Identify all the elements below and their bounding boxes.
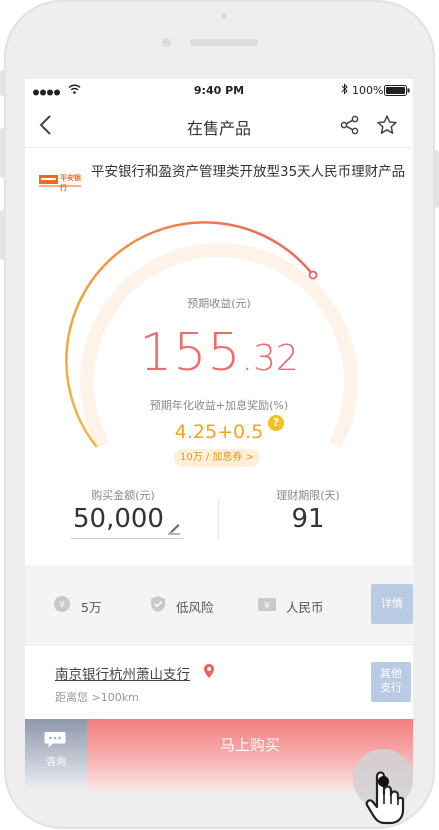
phone-volume-up <box>0 128 6 178</box>
amount-label: 购买金额(元) <box>91 489 155 502</box>
branch-name[interactable]: 南京银行杭州萧山支行 <box>55 663 190 683</box>
app-screen: 9:40 PM 100% 在售产品 平安银行 平安银行和盈资产管理类开放型35天… <box>25 79 413 791</box>
gauge-knob[interactable] <box>308 270 318 280</box>
tap-dot <box>378 776 389 787</box>
expected-income-value: 155.32 <box>25 323 413 383</box>
term-label: 理财期限(天) <box>276 489 340 502</box>
phone-sensor <box>221 13 227 19</box>
amount-input[interactable]: 50,000 <box>73 504 164 534</box>
phone-power-button <box>433 150 439 208</box>
currency-icon: ¥ <box>257 595 277 617</box>
other-button-line1: 其他 <box>380 667 402 680</box>
edit-pencil-icon[interactable] <box>167 520 181 539</box>
location-pin-icon <box>203 663 215 683</box>
term-value: 91 <box>291 504 325 534</box>
coin-icon: ¥ <box>53 595 71 617</box>
rate-label: 预期年化收益+加息奖励(%) <box>149 399 289 412</box>
other-branches-button[interactable]: 其他 支行 <box>371 662 411 702</box>
feature-risk: 低风险 <box>176 600 214 615</box>
amount-underline <box>71 538 183 539</box>
consult-button[interactable]: 咨询 <box>25 719 87 791</box>
field-divider <box>218 499 219 539</box>
features-row: ¥ 5万 低风险 ¥ 人民币 详情 <box>25 565 413 643</box>
shield-icon <box>150 595 166 617</box>
income-gauge: 预期收益(元) 155.32 预期年化收益+加息奖励(%) 4.25+0.5 ?… <box>25 79 413 479</box>
income-decimal: .32 <box>241 338 299 379</box>
consult-label: 咨询 <box>46 757 66 768</box>
phone-mute-switch <box>0 70 6 96</box>
phone-camera <box>162 38 171 47</box>
help-icon[interactable]: ? <box>268 415 284 431</box>
other-button-line2: 支行 <box>380 681 402 694</box>
phone-volume-down <box>0 210 6 260</box>
income-integer: 155 <box>139 323 242 383</box>
chat-icon <box>44 731 66 753</box>
branch-row[interactable]: 南京银行杭州萧山支行 距离您 >100km 其他 支行 <box>25 644 413 721</box>
expected-income-label: 预期收益(元) <box>187 297 251 310</box>
feature-min-amount: 5万 <box>81 600 102 615</box>
phone-speaker <box>190 39 258 46</box>
svg-text:¥: ¥ <box>264 602 270 612</box>
rate-value: 4.25+0.5 <box>174 421 264 443</box>
coupon-pill[interactable]: 10万 / 加息券 > <box>174 449 260 467</box>
svg-text:¥: ¥ <box>59 601 65 611</box>
branch-distance: 距离您 >100km <box>55 691 139 704</box>
feature-currency: 人民币 <box>286 600 324 615</box>
detail-button[interactable]: 详情 <box>371 584 413 624</box>
